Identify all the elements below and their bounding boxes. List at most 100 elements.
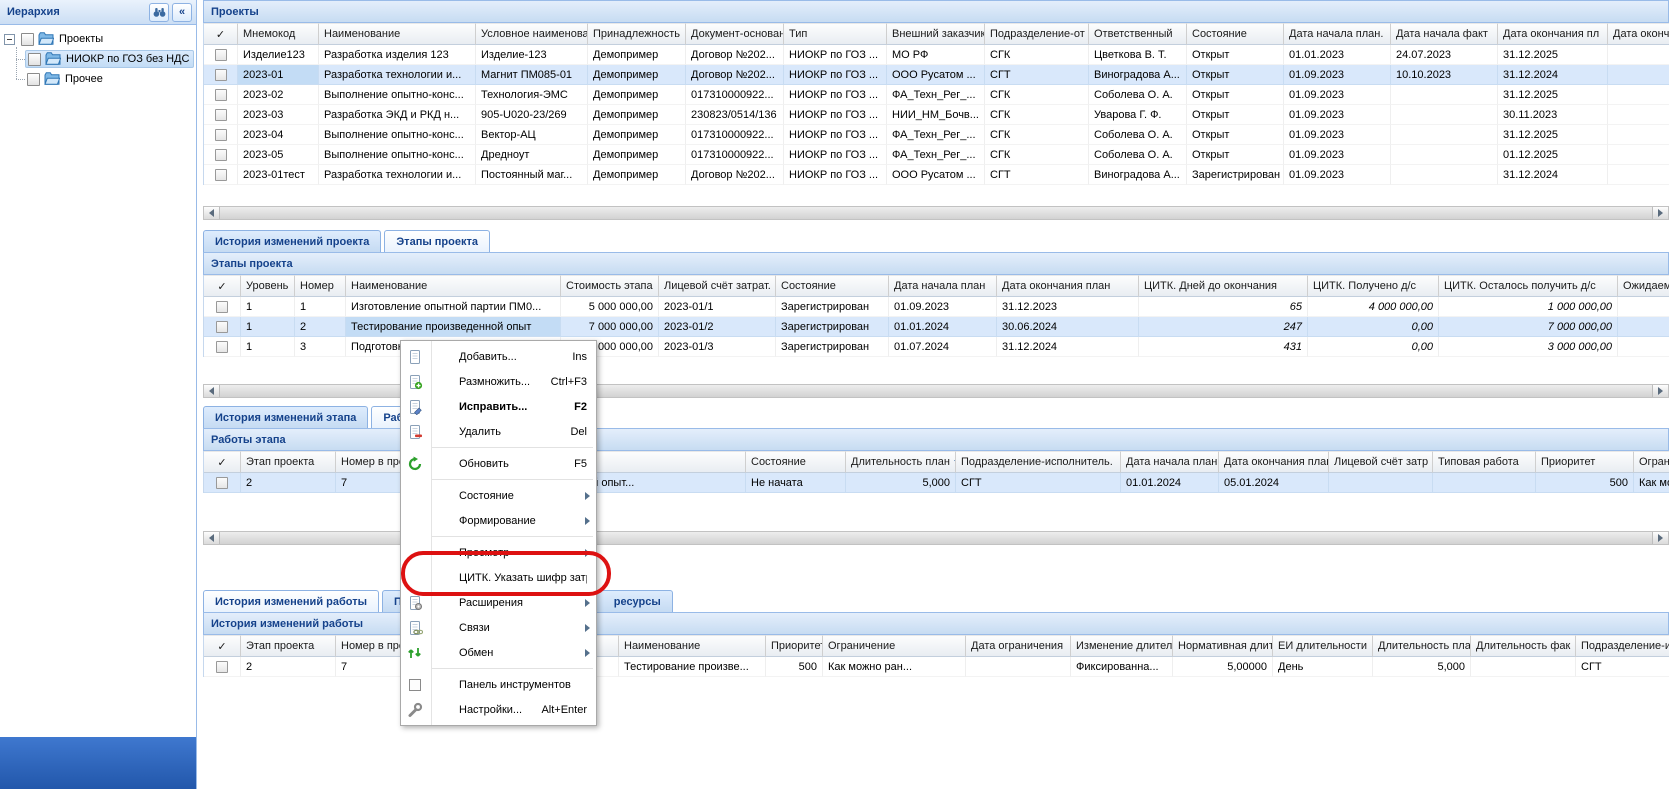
column-header[interactable]: Нормативная длит	[1173, 635, 1273, 657]
column-header[interactable]: ✓	[204, 275, 241, 297]
column-header[interactable]: ✓	[204, 635, 241, 657]
column-header[interactable]: Внешний заказчик	[887, 23, 985, 45]
column-header[interactable]: ЦИТК. Получено д/с	[1308, 275, 1439, 297]
menu-item[interactable]: Обмен	[401, 640, 596, 665]
row-checkbox[interactable]	[215, 69, 227, 81]
column-header[interactable]: Дата окончания	[1608, 23, 1669, 45]
row-checkbox[interactable]	[215, 89, 227, 101]
column-header[interactable]: Мнемокод	[238, 23, 319, 45]
tree-item[interactable]: Проекты	[4, 29, 194, 49]
collapse-expander-icon[interactable]	[4, 34, 15, 45]
column-header[interactable]: Этап проекта	[241, 635, 336, 657]
menu-item[interactable]: Просмотр	[401, 540, 596, 565]
column-header[interactable]: Ожидаемь	[1618, 275, 1669, 297]
tree-checkbox[interactable]	[27, 73, 40, 86]
row-checkbox[interactable]	[216, 301, 228, 313]
column-header[interactable]: Ограничение	[1634, 451, 1669, 473]
column-header[interactable]: Дата начала план.	[1121, 451, 1219, 473]
column-header[interactable]: Дата окончания план	[1219, 451, 1329, 473]
menu-item[interactable]: Панель инструментов	[401, 672, 596, 697]
scroll-left-button[interactable]	[204, 532, 220, 544]
column-header[interactable]: Наименование	[346, 275, 561, 297]
column-header[interactable]: Лицевой счёт затр	[1329, 451, 1433, 473]
column-header[interactable]: Приоритет	[766, 635, 823, 657]
table-row[interactable]: 2023-03Разработка ЭКД и РКД н...905-U020…	[204, 105, 1669, 125]
scroll-right-button[interactable]	[1652, 207, 1668, 219]
menu-item[interactable]: УдалитьDel	[401, 419, 596, 444]
tree-checkbox[interactable]	[21, 33, 34, 46]
collapse-sidebar-button[interactable]: «	[172, 3, 192, 22]
menu-item[interactable]: Связи	[401, 615, 596, 640]
column-header[interactable]: Ограничение	[823, 635, 966, 657]
table-row[interactable]: 11Изготовление опытной партии ПМ0...5 00…	[204, 297, 1669, 317]
tab-stages[interactable]: Этапы проекта	[384, 230, 490, 253]
table-row[interactable]: 2023-01Разработка технологии и...Магнит …	[204, 65, 1669, 85]
projects-horizontal-scrollbar[interactable]	[203, 206, 1669, 220]
column-header[interactable]: Наименование	[619, 635, 766, 657]
table-row[interactable]: 2023-04Выполнение опытно-конс...Вектор-А…	[204, 125, 1669, 145]
row-checkbox[interactable]	[215, 129, 227, 141]
column-header[interactable]: ЕИ длительности	[1273, 635, 1373, 657]
column-header[interactable]: Дата начала факт	[1391, 23, 1498, 45]
menu-item[interactable]: Расширения	[401, 590, 596, 615]
table-row[interactable]: 2023-02Выполнение опытно-конс...Технолог…	[204, 85, 1669, 105]
menu-item[interactable]: Добавить...Ins	[401, 344, 596, 369]
column-header[interactable]: Условное наименова	[476, 23, 588, 45]
column-header[interactable]: Дата окончания пл	[1498, 23, 1608, 45]
column-header[interactable]: Длительность фак	[1471, 635, 1576, 657]
scroll-right-button[interactable]	[1652, 532, 1668, 544]
column-header[interactable]: Уровень	[241, 275, 295, 297]
column-header[interactable]: Наименование	[319, 23, 476, 45]
column-header[interactable]: Состояние	[776, 275, 889, 297]
column-header[interactable]: Тип	[784, 23, 887, 45]
scroll-left-button[interactable]	[204, 207, 220, 219]
column-header[interactable]: Номер	[295, 275, 346, 297]
table-row[interactable]: 12Тестирование произведенной опыт7 000 0…	[204, 317, 1669, 337]
tab-works[interactable]: История изменений этапа	[203, 406, 368, 429]
column-header[interactable]: Изменение длител	[1071, 635, 1173, 657]
tab-history[interactable]: История изменений работы	[203, 590, 379, 613]
column-header[interactable]: Стоимость этапа	[561, 275, 659, 297]
row-checkbox[interactable]	[215, 49, 227, 61]
find-button[interactable]	[149, 3, 169, 22]
column-header[interactable]: Этап проекта	[241, 451, 336, 473]
row-checkbox[interactable]	[215, 109, 227, 121]
row-checkbox[interactable]	[215, 169, 227, 181]
scrollbar-thumb[interactable]	[220, 207, 1652, 219]
table-row[interactable]: 2023-01тестРазработка технологии и...Пос…	[204, 165, 1669, 185]
sidebar-footer-panel[interactable]	[0, 737, 196, 789]
row-checkbox[interactable]	[215, 149, 227, 161]
tree-item[interactable]: НИОКР по ГОЗ без НДС	[13, 49, 194, 69]
menu-item[interactable]: ЦИТК. Указать шифр затрат...	[401, 565, 596, 590]
table-row[interactable]: 2023-05Выполнение опытно-конс...Дредноут…	[204, 145, 1669, 165]
menu-item[interactable]: Исправить...F2	[401, 394, 596, 419]
column-header[interactable]: Состояние	[746, 451, 846, 473]
column-header[interactable]: ЦИТК. Дней до окончания	[1139, 275, 1308, 297]
column-header[interactable]: Принадлежность	[588, 23, 686, 45]
menu-item[interactable]: Размножить...Ctrl+F3	[401, 369, 596, 394]
tab-history[interactable]: ресурсы	[588, 590, 673, 613]
column-header[interactable]: Подразделение-от	[985, 23, 1089, 45]
row-checkbox[interactable]	[216, 661, 228, 673]
menu-item[interactable]: Состояние	[401, 483, 596, 508]
column-header[interactable]: Типовая работа	[1433, 451, 1536, 473]
column-header[interactable]: Длительность план	[846, 451, 956, 473]
row-checkbox[interactable]	[216, 477, 228, 489]
column-header[interactable]: Лицевой счёт затрат.	[659, 275, 776, 297]
column-header[interactable]: Длительность пла	[1373, 635, 1471, 657]
column-header[interactable]: Дата ограничения	[966, 635, 1071, 657]
row-checkbox[interactable]	[216, 341, 228, 353]
column-header[interactable]: Подразделение-и	[1576, 635, 1669, 657]
column-header[interactable]: Подразделение-исполнитель.	[956, 451, 1121, 473]
scroll-left-button[interactable]	[204, 385, 220, 397]
row-checkbox[interactable]	[216, 321, 228, 333]
scroll-right-button[interactable]	[1652, 385, 1668, 397]
column-header[interactable]: Состояние	[1187, 23, 1284, 45]
column-header[interactable]: ЦИТК. Осталось получить д/с	[1439, 275, 1618, 297]
column-header[interactable]: ✓	[204, 451, 241, 473]
column-header[interactable]: Документ-основан	[686, 23, 784, 45]
menu-item[interactable]: Формирование	[401, 508, 596, 533]
menu-item[interactable]: ОбновитьF5	[401, 451, 596, 476]
column-header[interactable]: Приоритет	[1536, 451, 1634, 473]
column-header[interactable]: Дата начала план.	[1284, 23, 1391, 45]
